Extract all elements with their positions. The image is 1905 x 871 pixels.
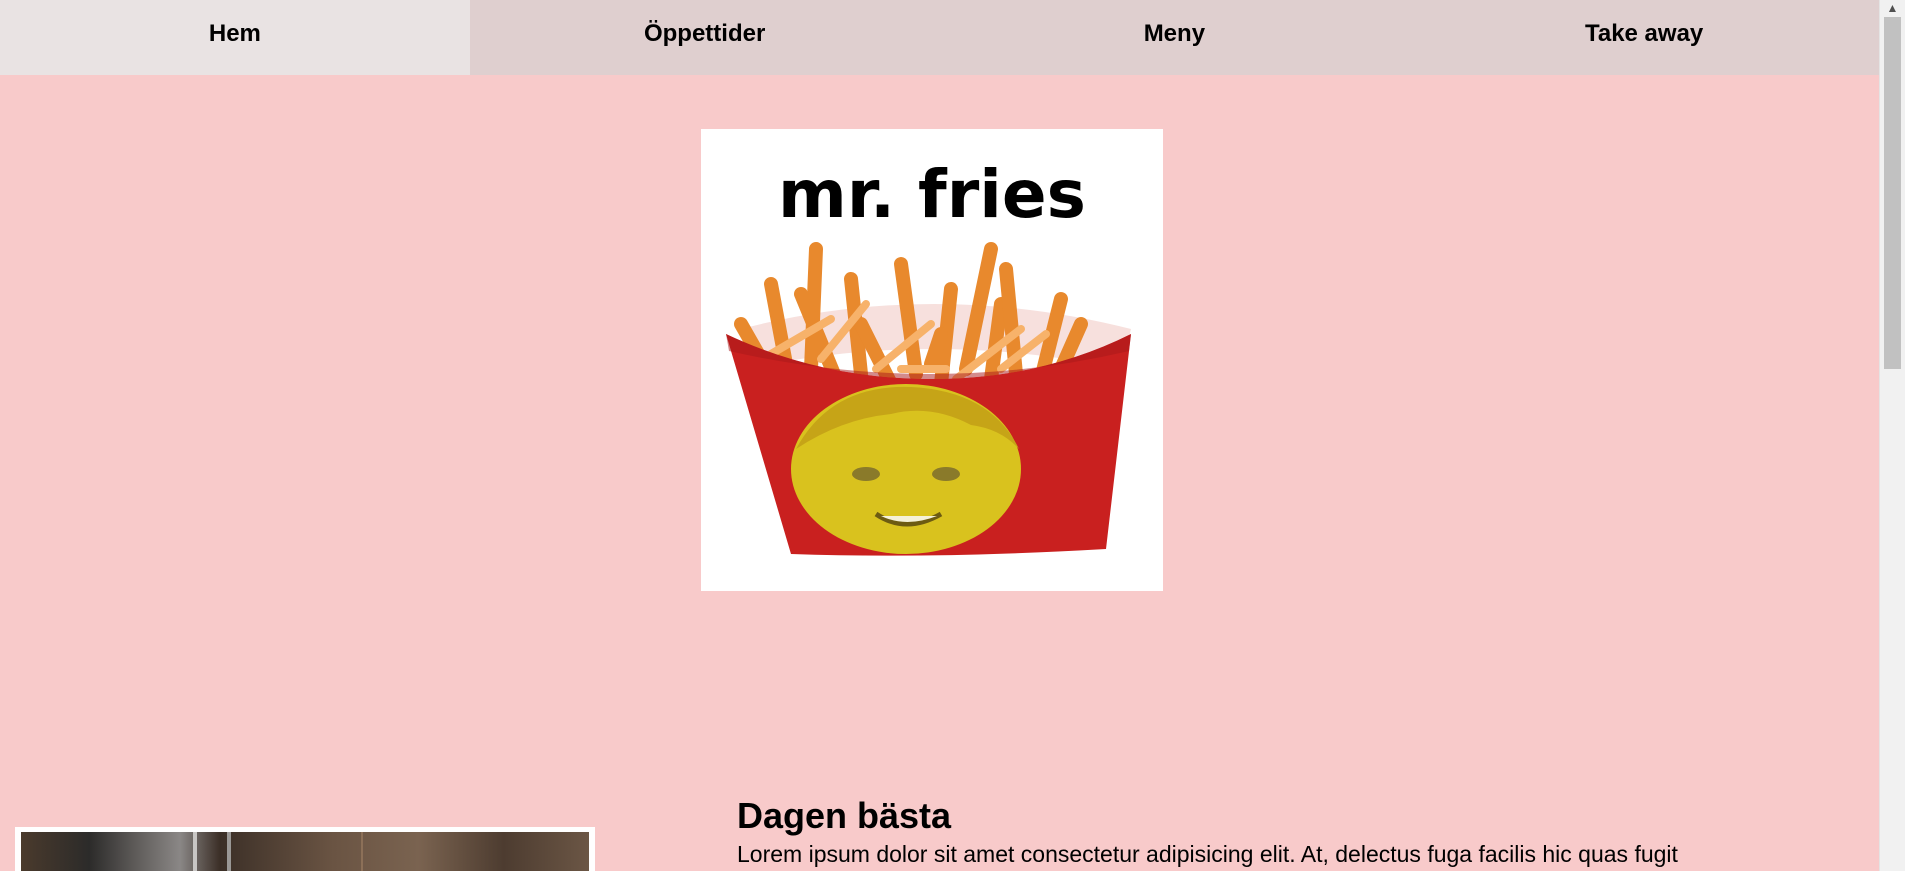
section-heading: Dagen bästa [737,795,952,836]
nav-item-meny[interactable]: Meny [940,0,1410,75]
scroll-up-icon[interactable]: ▲ [1880,0,1905,16]
content-photo-image [21,832,589,871]
nav-item-label: Öppettider [643,19,766,47]
nav-item-take-away[interactable]: Take away [1409,0,1879,75]
content-photo [15,827,595,871]
scroll-thumb[interactable] [1884,17,1901,369]
nav-item-label: Take away [1584,19,1704,47]
page: Hem Öppettider Meny Take away mr. fries [0,0,1879,871]
nav-item-label: Hem [208,19,261,47]
vertical-scrollbar[interactable]: ▲ [1879,0,1905,871]
section-body-text: Lorem ipsum dolor sit amet consectetur a… [737,841,1678,867]
mr-fries-logo: mr. fries [701,129,1163,591]
nav-item-hem[interactable]: Hem [0,0,470,75]
logo-wordmark: mr. fries [778,156,1086,233]
nav-item-oppettider[interactable]: Öppettider [470,0,940,75]
fries-box-illustration: mr. fries [726,156,1131,556]
top-nav: Hem Öppettider Meny Take away [0,0,1879,75]
nav-item-label: Meny [1143,19,1206,47]
